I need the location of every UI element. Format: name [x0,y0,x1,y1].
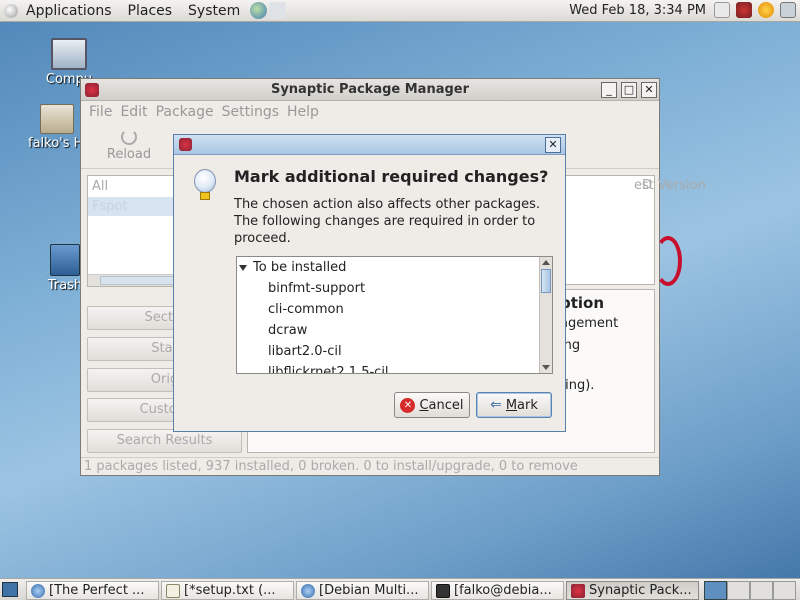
browser-icon [301,584,315,598]
reload-icon [121,129,137,145]
menu-file[interactable]: File [85,104,116,120]
close-button[interactable]: ✕ [641,82,657,98]
clock[interactable]: Wed Feb 18, 3:34 PM [569,0,706,22]
mark-arrow-icon: ⇐ [490,397,502,413]
window-titlebar[interactable]: Synaptic Package Manager _ □ ✕ [81,79,659,101]
debian-swirl-icon [654,236,682,286]
task-terminal[interactable]: [falko@debia... [431,581,564,600]
menu-settings[interactable]: Settings [218,104,283,120]
scroll-up-arrow-icon[interactable] [542,260,550,265]
reload-label: Reload [106,147,152,162]
browser-icon [31,584,45,598]
workspace-1[interactable] [704,581,727,600]
weather-sun-icon[interactable] [758,2,774,18]
list-item[interactable]: dcraw [237,320,552,341]
cancel-button[interactable]: ✕ Cancel [394,392,470,418]
list-item[interactable]: libart2.0-cil [237,341,552,362]
mark-label: Mark [505,397,538,413]
email-icon[interactable] [269,2,287,19]
terminal-icon [436,584,450,598]
computer-icon [51,38,87,70]
minimize-button[interactable]: _ [601,82,617,98]
taskbar: [The Perfect ... [*setup.txt (... [Debia… [0,578,800,600]
status-bar: 1 packages listed, 937 installed, 0 brok… [81,457,659,475]
task-synaptic[interactable]: Synaptic Pack... [566,581,699,600]
text-editor-icon [166,584,180,598]
dialog-close-button[interactable]: ✕ [545,137,561,153]
web-browser-icon[interactable] [250,2,268,19]
cancel-icon: ✕ [400,397,416,413]
list-item[interactable]: libflickrnet2.1.5-cil [237,362,552,373]
system-tray [714,2,796,18]
dialog-app-icon [179,138,192,151]
lightbulb-icon [194,169,216,203]
scroll-thumb[interactable] [541,269,551,293]
mark-changes-dialog: ✕ Mark additional required changes? The … [173,134,566,432]
home-folder-icon [40,104,74,134]
list-item[interactable]: cli-common [237,299,552,320]
gnome-foot-icon[interactable] [4,3,18,18]
search-results-button[interactable]: Search Results [87,429,242,453]
window-title: Synaptic Package Manager [270,82,470,97]
mark-button[interactable]: ⇐ Mark [476,392,552,418]
menu-edit[interactable]: Edit [116,104,151,120]
column-d[interactable]: D [642,178,652,193]
menu-places[interactable]: Places [120,0,181,22]
menubar: File Edit Package Settings Help [81,101,659,123]
task-firefox[interactable]: [The Perfect ... [26,581,159,600]
dialog-titlebar[interactable]: ✕ [174,135,565,155]
update-icon[interactable] [736,2,752,18]
maximize-button[interactable]: □ [621,82,637,98]
description-line: agement [560,316,619,331]
workspace-3[interactable] [750,581,773,600]
description-title: ption [560,294,605,312]
workspace-switcher[interactable] [704,581,796,600]
list-item[interactable]: binfmt-support [237,278,552,299]
list-scrollbar[interactable] [539,257,552,373]
volume-icon[interactable] [714,2,730,18]
group-label: To be installed [253,260,347,275]
menu-help[interactable]: Help [283,104,323,120]
changes-list[interactable]: To be installed binfmt-support cli-commo… [236,256,553,374]
reload-button[interactable]: Reload [101,129,157,162]
expander-triangle-icon[interactable] [239,265,247,271]
show-desktop-icon[interactable] [2,582,18,597]
dialog-heading: Mark additional required changes? [234,167,549,186]
workspace-4[interactable] [773,581,796,600]
menu-system[interactable]: System [180,0,248,22]
workspace-2[interactable] [727,581,750,600]
dialog-body: The chosen action also affects other pac… [234,197,541,246]
network-icon[interactable] [780,2,796,18]
trash-icon [50,244,80,276]
task-editor[interactable]: [*setup.txt (... [161,581,294,600]
cancel-label: Cancel [419,397,464,413]
menu-package[interactable]: Package [152,104,218,120]
menu-applications[interactable]: Applications [18,0,120,22]
list-group-header[interactable]: To be installed [237,257,552,278]
scroll-down-arrow-icon[interactable] [542,365,550,370]
top-panel: Applications Places System Wed Feb 18, 3… [0,0,800,22]
task-debian-browser[interactable]: [Debian Multi... [296,581,429,600]
synaptic-icon [571,584,585,598]
